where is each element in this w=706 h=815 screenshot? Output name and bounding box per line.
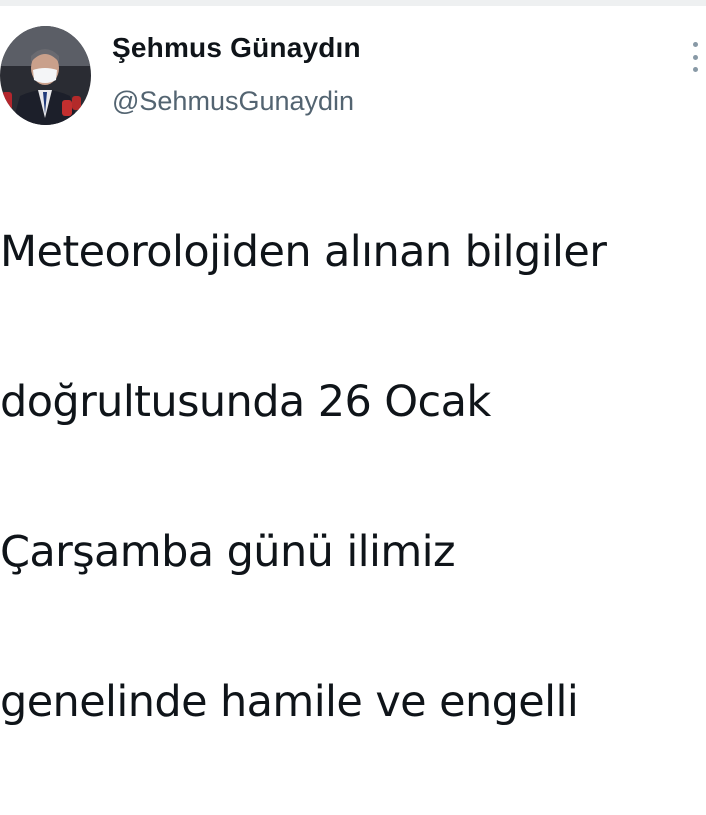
author-avatar[interactable]: [0, 26, 91, 125]
dot-icon: [692, 67, 698, 72]
author-handle[interactable]: @SehmusGunaydin: [112, 86, 354, 117]
more-options-icon[interactable]: [688, 42, 702, 72]
top-divider: [0, 0, 706, 6]
tweet-text-line: doğrultusunda 26 Ocak: [0, 377, 491, 427]
tweet-text-line: Çarşamba günü ilimiz: [0, 527, 456, 577]
author-display-name[interactable]: Şehmus Günaydın: [112, 32, 361, 64]
dot-icon: [692, 54, 698, 60]
tweet-text: Meteorolojiden alınan bilgiler doğrultus…: [0, 140, 706, 815]
tweet-text-line: Meteorolojiden alınan bilgiler: [0, 227, 607, 277]
profile-photo-icon: [0, 26, 91, 125]
tweet-text-line: genelinde hamile ve engelli: [0, 677, 579, 727]
dot-icon: [692, 42, 698, 47]
